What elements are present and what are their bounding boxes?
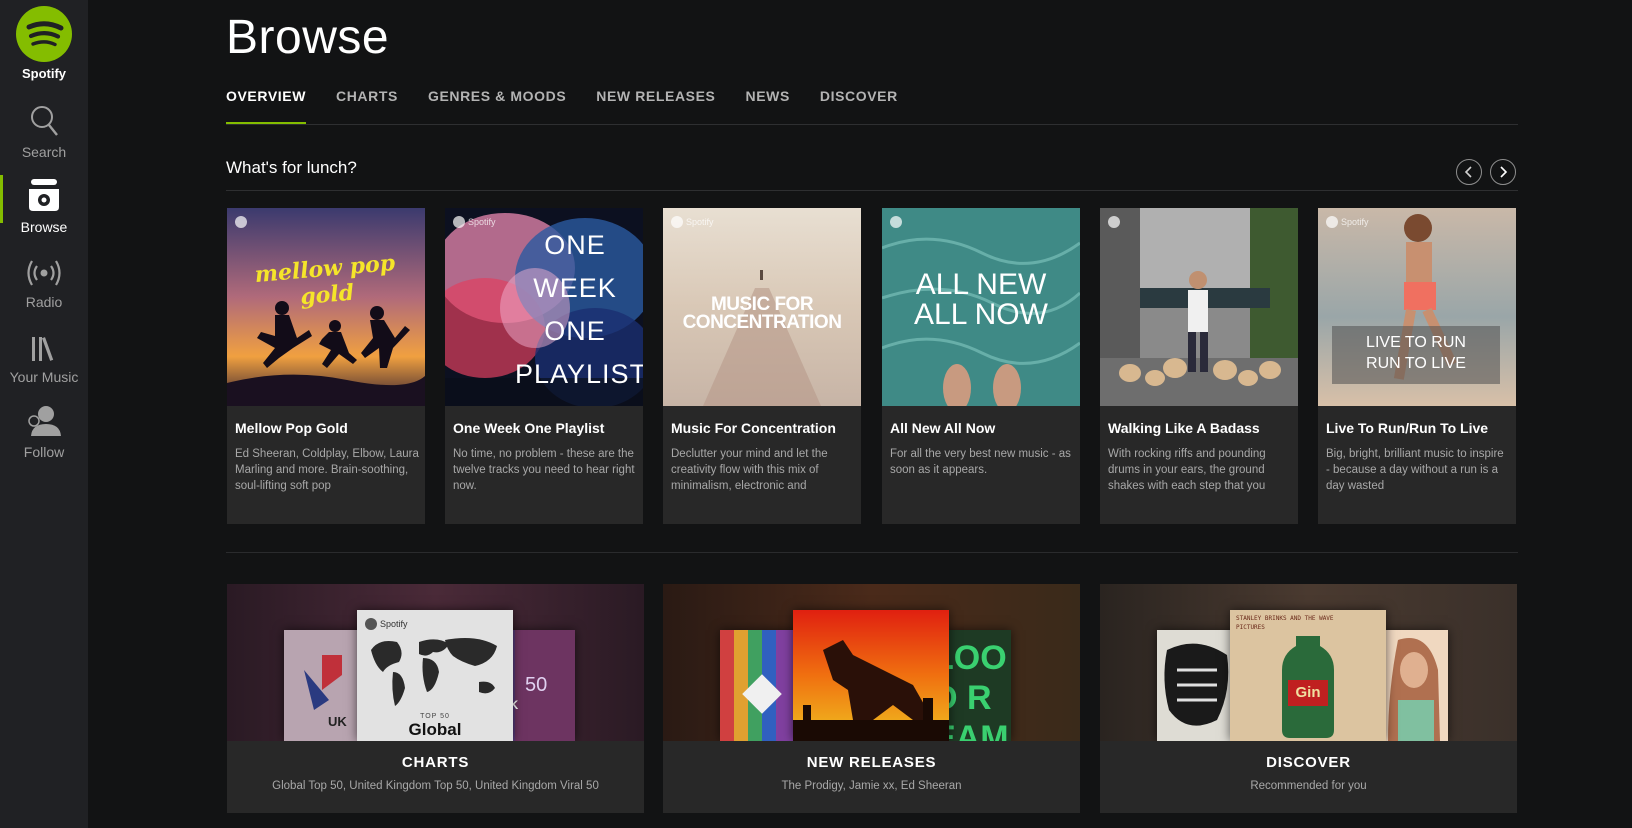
chart-cover-global: TOP 50 Global Spotify (357, 610, 513, 741)
sidebar-item-label: Follow (23, 444, 65, 460)
playlist-title[interactable]: Live To Run/Run To Live (1326, 420, 1488, 436)
follow-icon (0, 398, 88, 438)
playlist-cover: ALL NEW ALL NOW (882, 208, 1080, 406)
playlist-description: Ed Sheeran, Coldplay, Elbow, Laura Marli… (235, 448, 419, 492)
spotify-badge: Spotify (671, 216, 714, 228)
sidebar-item-label: Radio (25, 294, 63, 310)
logo-text: Spotify (21, 66, 67, 81)
cover-text: MUSIC FOR CONCENTRATION (682, 294, 842, 333)
playlist-description: Big, bright, brilliant music to inspire … (1326, 448, 1504, 492)
sidebar-item-label: Browse (20, 219, 68, 235)
category-banner: UK 50 UK TOP 50 Global Spotify (227, 584, 644, 741)
sidebar-item-label: Your Music (9, 369, 79, 385)
playlist-cover: ONE WEEK ONE PLAYLIST Spotify (445, 208, 643, 406)
tab-charts[interactable]: CHARTS (336, 88, 398, 124)
browse-icon (0, 173, 88, 213)
spotify-badge-icon (365, 618, 377, 630)
sidebar-item-search[interactable]: Search (0, 98, 88, 170)
category-banner: LOOD REAM (663, 584, 1080, 741)
category-title: CHARTS (401, 754, 470, 771)
album-cover-the-prodigy (793, 610, 949, 741)
sidebar-item-label: Search (21, 144, 67, 160)
playlist-description: No time, no problem - these are the twel… (453, 448, 635, 492)
spotify-badge: Spotify (453, 216, 496, 228)
carousel-prev-button[interactable] (1456, 159, 1482, 185)
section-divider (226, 552, 1518, 553)
spotify-logo-icon (16, 6, 72, 62)
tab-discover[interactable]: DISCOVER (820, 88, 898, 124)
spotify-logo[interactable]: Spotify (0, 6, 88, 81)
playlist-title[interactable]: Mellow Pop Gold (235, 420, 348, 436)
section-title: What's for lunch? (226, 158, 357, 177)
spotify-badge-icon (235, 216, 250, 228)
tab-new-releases[interactable]: NEW RELEASES (596, 88, 715, 124)
playlist-card-all-new-all-now[interactable]: ALL NEW ALL NOW All New All Now For all … (882, 208, 1080, 524)
tab-bar: OVERVIEW CHARTS GENRES & MOODS NEW RELEA… (226, 88, 928, 124)
sidebar-item-browse[interactable]: Browse (0, 173, 88, 245)
sidebar: Spotify Search Browse Radio Your Music F… (0, 0, 88, 828)
album-cover-bw (1157, 630, 1237, 741)
spotify-badge: Spotify (365, 618, 408, 630)
category-banner: STANLEY BRINKS AND THE WAVE PICTURES Gin (1100, 584, 1517, 741)
playlist-title[interactable]: One Week One Playlist (453, 420, 604, 436)
playlist-cover: LIVE TO RUN RUN TO LIVE Spotify (1318, 208, 1516, 406)
carousel-next-button[interactable] (1490, 159, 1516, 185)
spotify-badge-icon (1326, 216, 1338, 228)
playlist-card-walking-like-a-badass[interactable]: Walking Like A Badass With rocking riffs… (1100, 208, 1298, 524)
playlist-description: With rocking riffs and pounding drums in… (1108, 448, 1266, 492)
category-subtitle: Global Top 50, United Kingdom Top 50, Un… (272, 780, 599, 792)
album-cover-jamie-xx (720, 630, 800, 741)
chevron-right-icon (1500, 166, 1508, 178)
playlist-card-mellow-pop-gold[interactable]: mellow pop gold Mellow Pop Gold Ed Sheer… (227, 208, 425, 524)
search-icon (0, 98, 88, 138)
category-title: NEW RELEASES (806, 754, 937, 771)
playlist-title[interactable]: Walking Like A Badass (1108, 420, 1260, 436)
spotify-badge-icon (671, 216, 683, 228)
playlist-card-one-week-one-playlist[interactable]: ONE WEEK ONE PLAYLIST Spotify One Week O… (445, 208, 643, 524)
spotify-badge-icon (890, 216, 905, 228)
cover-text: LIVE TO RUN RUN TO LIVE (1332, 326, 1500, 384)
library-icon (0, 323, 88, 363)
spotify-badge: Spotify (1326, 216, 1369, 228)
category-title: DISCOVER (1266, 754, 1351, 771)
album-cover-stanley-brinks: STANLEY BRINKS AND THE WAVE PICTURES Gin (1230, 610, 1386, 741)
playlist-cover: MUSIC FOR CONCENTRATION Spotify (663, 208, 861, 406)
category-charts[interactable]: UK 50 UK TOP 50 Global Spotify (227, 584, 644, 813)
cover-text: ONE WEEK ONE PLAYLIST (515, 230, 643, 389)
page-title: Browse (226, 11, 390, 64)
category-discover[interactable]: STANLEY BRINKS AND THE WAVE PICTURES Gin… (1100, 584, 1517, 813)
tab-genres-moods[interactable]: GENRES & MOODS (428, 88, 566, 124)
category-new-releases[interactable]: LOOD REAM NEW RELEASES The Prodigy, Jami… (663, 584, 1080, 813)
chevron-left-icon (1464, 166, 1472, 178)
playlist-description: For all the very best new music - as soo… (890, 448, 1071, 476)
section-divider (226, 190, 1518, 191)
spotify-badge-icon (453, 216, 465, 228)
playlist-title[interactable]: Music For Concentration (671, 420, 836, 436)
sidebar-item-your-music[interactable]: Your Music (0, 323, 88, 395)
sidebar-item-radio[interactable]: Radio (0, 248, 88, 320)
cover-text: ALL NEW ALL NOW (914, 268, 1048, 331)
tab-news[interactable]: NEWS (745, 88, 789, 124)
tab-overview[interactable]: OVERVIEW (226, 88, 307, 124)
category-subtitle: The Prodigy, Jamie xx, Ed Sheeran (781, 780, 962, 792)
playlist-title[interactable]: All New All Now (890, 420, 995, 436)
tabs-divider (226, 124, 1518, 125)
sidebar-item-follow[interactable]: Follow (0, 398, 88, 470)
category-subtitle: Recommended for you (1250, 780, 1367, 792)
playlist-card-music-for-concentration[interactable]: MUSIC FOR CONCENTRATION Spotify Music Fo… (663, 208, 861, 524)
playlist-cover: mellow pop gold (227, 208, 425, 406)
playlist-card-live-to-run[interactable]: LIVE TO RUN RUN TO LIVE Spotify Live To … (1318, 208, 1516, 524)
radio-icon (0, 248, 88, 288)
playlist-cover (1100, 208, 1298, 406)
spotify-badge-icon (1108, 216, 1123, 228)
chart-cover-uk: UK (284, 630, 364, 741)
playlist-description: Declutter your mind and let the creativi… (671, 448, 828, 492)
